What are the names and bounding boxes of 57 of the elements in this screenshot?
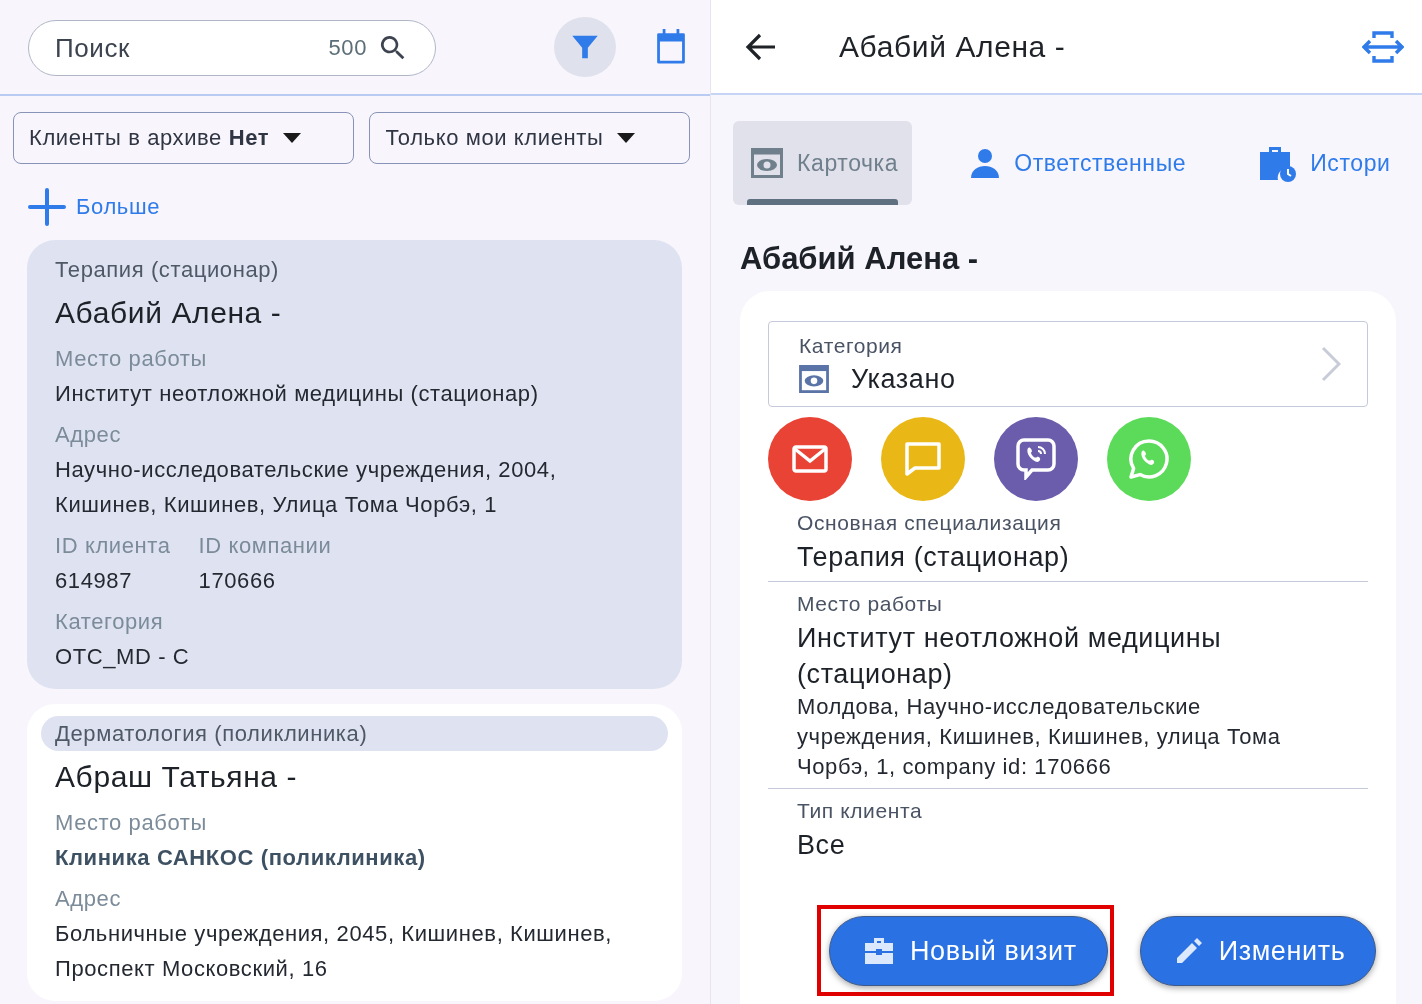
person-icon (970, 148, 1001, 178)
speciality-label: Дерматология (поликлиника) (41, 716, 668, 751)
field-value: 614987 (55, 567, 133, 595)
field-value: Терапия (стационар) (797, 541, 1071, 574)
field-value: Научно-исследовательские учреждения, 2004, Кишинев, Кишинев, Улица Тома Чорбэ, 1 (55, 456, 558, 519)
field-label: Место работы (55, 345, 208, 373)
filter-dropdown[interactable]: Клиенты в архиве Нет (13, 112, 355, 164)
mail-icon (792, 445, 828, 473)
caret-icon (617, 133, 636, 143)
more-button[interactable]: Больше (28, 174, 160, 240)
edit-button[interactable]: Изменить (1139, 916, 1377, 986)
briefcase-icon (864, 937, 894, 965)
filter-dropdown[interactable]: Только мои клиенты (369, 112, 690, 164)
chevron-right-icon (1321, 346, 1341, 382)
field-value: Все (797, 829, 847, 862)
phone-bubble-icon (1016, 438, 1056, 480)
expand-icon[interactable] (1362, 29, 1404, 64)
field-label: Адрес (55, 421, 122, 449)
field-value: 170666 (198, 567, 277, 595)
field-label: Место работы (797, 591, 944, 617)
field-label: Место работы (55, 809, 208, 837)
pencil-icon (1174, 937, 1203, 965)
client-name: Абабий Алена - (55, 295, 283, 331)
result-count: 500 (328, 35, 367, 61)
chat-icon (905, 442, 941, 476)
tab[interactable]: Истори (1240, 121, 1405, 205)
search-field[interactable]: Поиск 500 (28, 20, 436, 76)
phone-bubble-icon (1128, 438, 1170, 480)
client-name: Абраш Татьяна - (55, 759, 299, 795)
field-label: ID компании (198, 532, 332, 560)
speciality-label: Терапия (стационар) (55, 256, 280, 284)
field-label: Тип клиента (797, 798, 924, 824)
address-text: Молдова, Научно-исследовательские учреждения, Кишинев, Кишинев, улица Тома Чорбэ, 1, company id: 170666 (797, 693, 1282, 781)
field-value: Институт неотложной медицины (стационар) (797, 622, 1223, 691)
category-selector[interactable]: Категория Указано (768, 321, 1368, 407)
page-title: Абабий Алена - (839, 29, 1067, 64)
tab[interactable]: Карточка (733, 121, 913, 205)
field-label: Адрес (55, 885, 122, 913)
client-card[interactable]: Дерматология (поликлиника) Абраш Татьяна - Место работы Клиника САНКОС (поликлиника) Адрес Больничные учреждения, 2045, Кишинев, Кишинев, Проспект Московский, 16 (27, 704, 682, 1001)
eye-card-icon (751, 148, 783, 178)
tab[interactable]: Ответственные (952, 121, 1201, 205)
client-card[interactable] (27, 240, 682, 689)
briefcase-clock-icon (1258, 144, 1297, 182)
eye-card-icon (799, 365, 829, 393)
field-label: ID клиента (55, 532, 171, 560)
field-value: Институт неотложной медицины (стационар) (55, 380, 539, 408)
back-arrow-icon[interactable] (745, 31, 777, 62)
field-value: Больничные учреждения, 2045, Кишинев, Кишинев, Проспект Московский, 16 (55, 920, 614, 983)
field-label: Категория (55, 608, 165, 636)
new-visit-button[interactable]: Новый визит (829, 916, 1108, 986)
field-label: Основная специализация (797, 510, 1063, 536)
plus-icon (28, 188, 66, 226)
field-value: Клиника САНКОС (поликлиника) (55, 844, 426, 872)
caret-icon (283, 133, 302, 143)
client-heading: Абабий Алена - (740, 241, 980, 277)
field-value: OTC_MD - C (55, 643, 190, 671)
calendar-icon[interactable] (654, 29, 688, 65)
